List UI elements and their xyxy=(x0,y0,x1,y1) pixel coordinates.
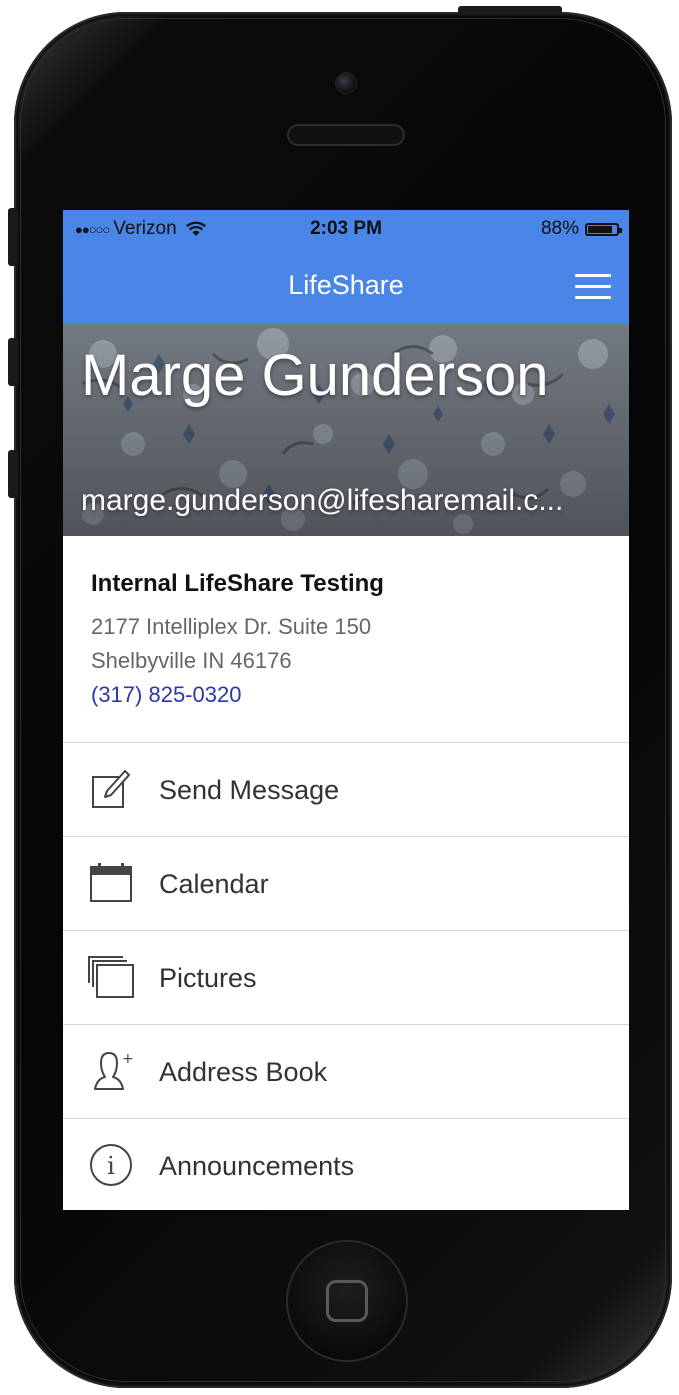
profile-header: Marge Gunderson marge.gunderson@lifeshar… xyxy=(63,324,629,536)
earpiece-speaker xyxy=(287,124,405,146)
calendar-icon xyxy=(90,863,132,902)
status-bar: ●●○○○ Verizon 2:03 PM 88% xyxy=(63,210,629,246)
compose-icon xyxy=(92,770,130,808)
home-button[interactable] xyxy=(286,1240,408,1362)
address-line-2: Shelbyville IN 46176 xyxy=(91,648,292,673)
menu-item-label: Send Message xyxy=(159,775,340,805)
menu-item-pictures[interactable]: Pictures xyxy=(63,931,629,1025)
pictures-icon xyxy=(88,956,134,998)
main-menu: Send Message Calendar Pictures + Address… xyxy=(63,743,629,1210)
profile-email[interactable]: marge.gunderson@lifesharemail.c... xyxy=(81,484,621,518)
menu-item-label: Announcements xyxy=(159,1151,355,1181)
power-button xyxy=(458,6,562,15)
hamburger-menu-icon[interactable] xyxy=(575,274,611,300)
svg-text:i: i xyxy=(107,1152,115,1180)
battery-percent: 88% xyxy=(540,218,579,239)
mute-switch xyxy=(8,208,18,266)
menu-item-label: Pictures xyxy=(159,963,257,993)
battery-icon xyxy=(585,222,622,236)
address-line-1: 2177 Intelliplex Dr. Suite 150 xyxy=(91,614,372,639)
address-book-icon: + xyxy=(94,1051,134,1090)
menu-item-send-message[interactable]: Send Message xyxy=(63,743,629,837)
nav-bar: LifeShare xyxy=(63,246,629,324)
menu-item-label: Calendar xyxy=(159,869,269,899)
organization-info: Internal LifeShare Testing 2177 Intellip… xyxy=(63,536,629,743)
menu-item-announcements[interactable]: i Announcements xyxy=(63,1119,629,1210)
svg-text:+: + xyxy=(122,1051,134,1067)
volume-up-button xyxy=(8,338,18,386)
app-title: LifeShare xyxy=(288,270,404,300)
menu-item-label: Address Book xyxy=(159,1057,328,1087)
phone-number-link[interactable]: (317) 825-0320 xyxy=(91,682,241,708)
menu-item-calendar[interactable]: Calendar xyxy=(63,837,629,931)
app-screen: ●●○○○ Verizon 2:03 PM 88% LifeShare Marg… xyxy=(63,210,629,1210)
info-icon: i xyxy=(90,1144,132,1186)
menu-item-address-book[interactable]: + Address Book xyxy=(63,1025,629,1119)
profile-name: Marge Gunderson xyxy=(81,343,549,408)
volume-down-button xyxy=(8,450,18,498)
front-camera xyxy=(335,72,357,94)
organization-name: Internal LifeShare Testing xyxy=(91,570,384,597)
